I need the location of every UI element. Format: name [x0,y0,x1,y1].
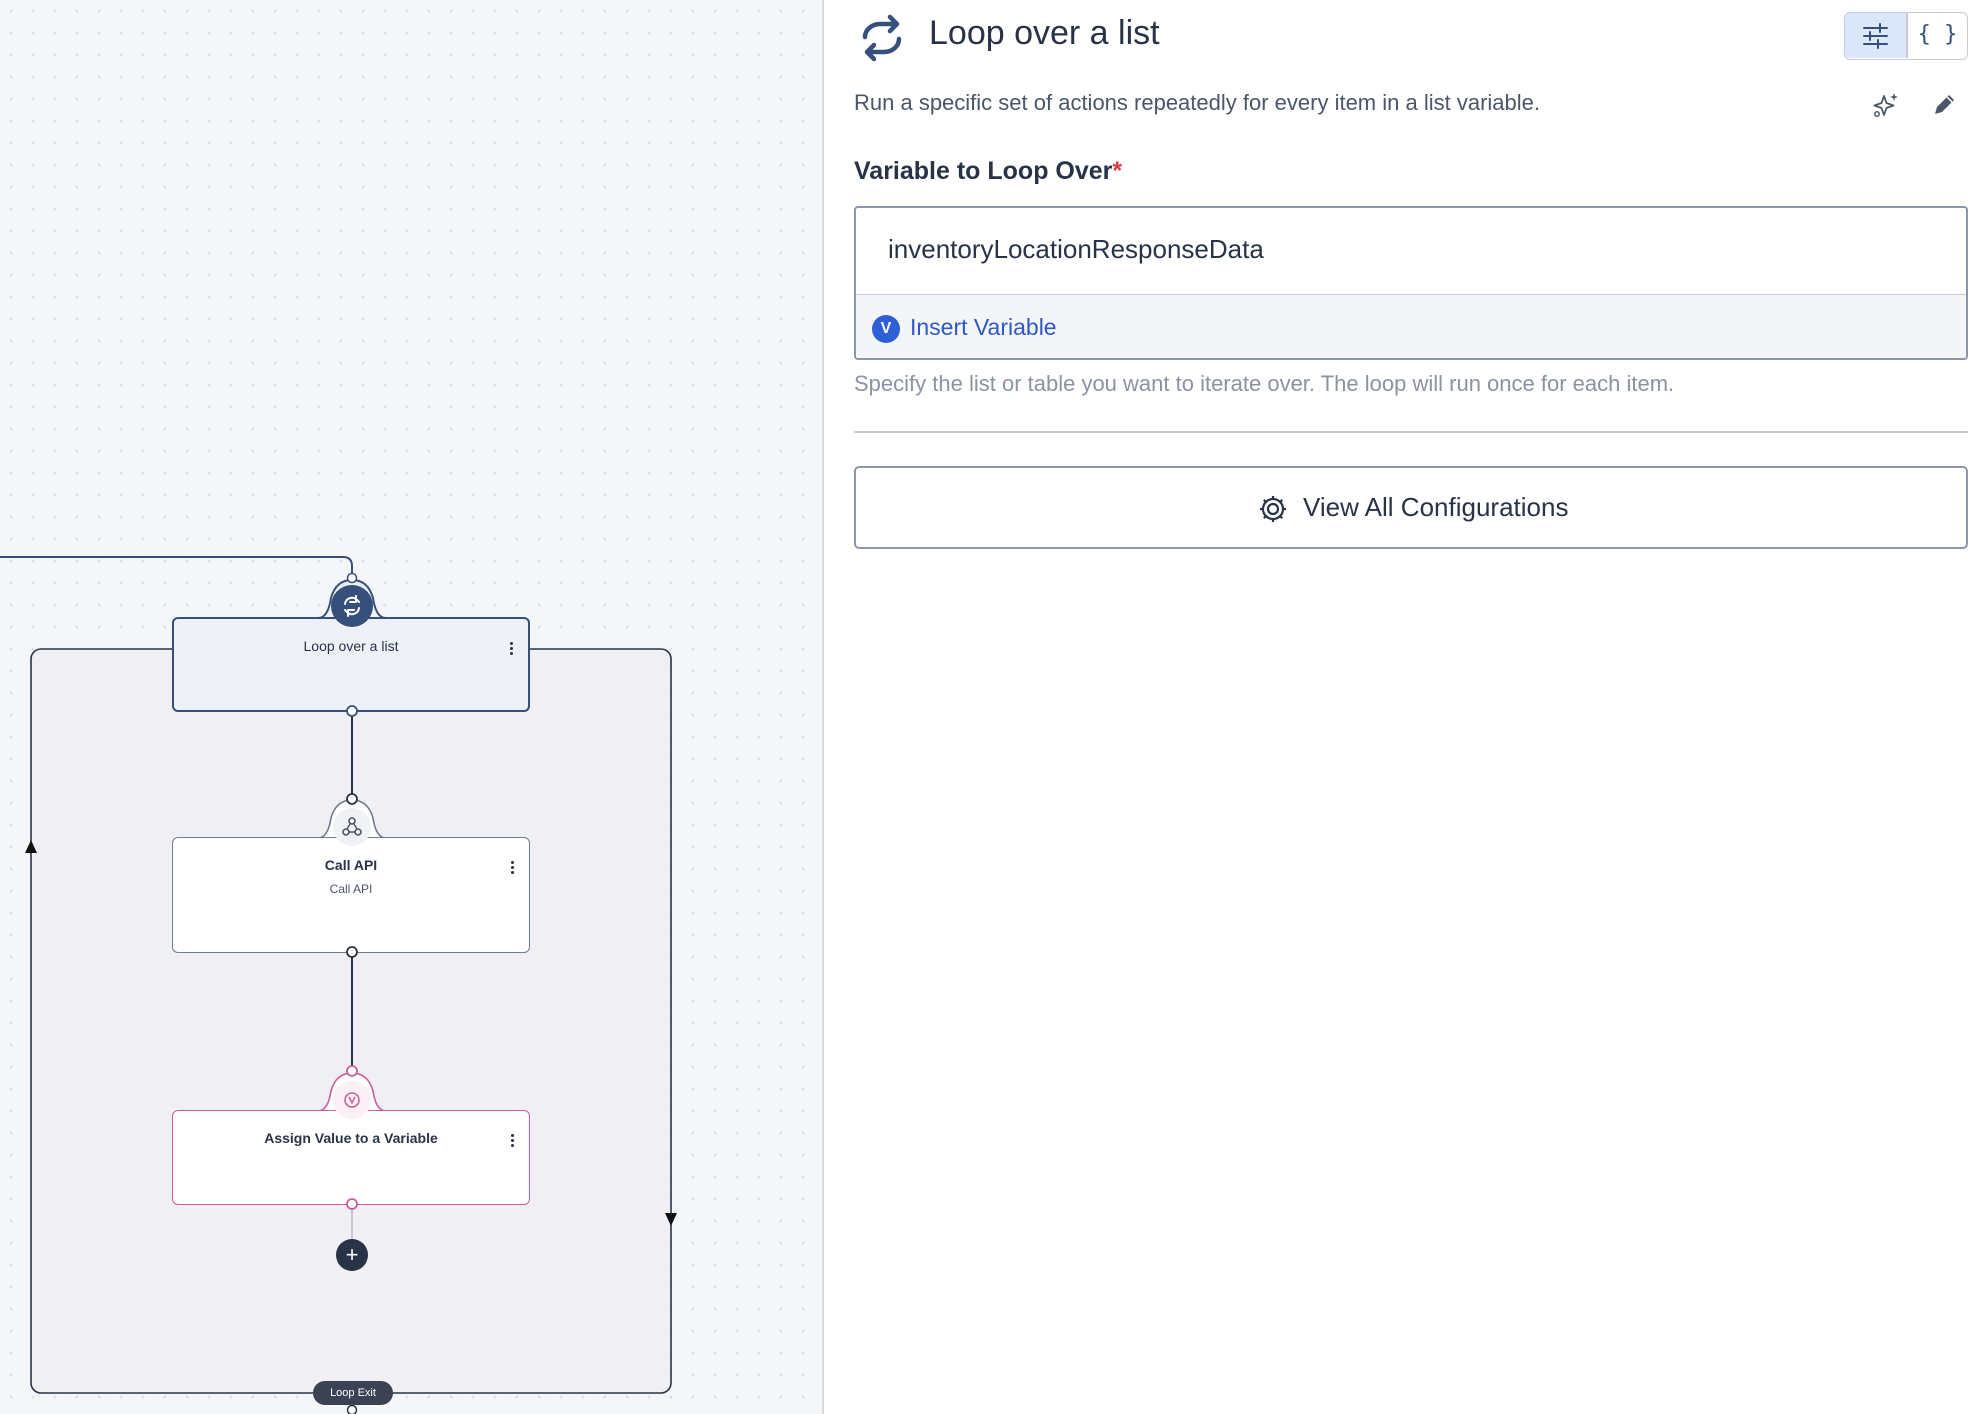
loop-exit-badge: Loop Exit [313,1381,393,1405]
gear-icon [1256,492,1290,526]
loop-node[interactable]: Loop over a list [172,617,530,712]
variable-value: inventoryLocationResponseData [888,234,1264,264]
variable-field-hint: Specify the list or table you want to it… [854,371,1675,396]
json-view-button[interactable]: { } [1907,13,1967,58]
panel-title: Loop over a list [929,14,1160,52]
variable-field-label-text: Variable to Loop Over [854,157,1113,185]
sliders-icon [1863,23,1888,49]
add-step-button[interactable]: + [336,1239,368,1271]
config-panel: Loop over a list { } Run a specific set … [824,0,1988,1414]
workflow-canvas[interactable]: Loop over a list Call API Call API Assig… [0,0,822,1414]
view-toggle: { } [1844,12,1968,60]
insert-variable-label: Insert Variable [910,314,1057,340]
assign-node-title: Assign Value to a Variable [264,1130,438,1146]
loop-node-menu-icon[interactable] [504,640,518,658]
variable-field-label: Variable to Loop Over* [854,157,1122,186]
webhook-icon [333,808,371,846]
loop-exit-label: Loop Exit [330,1387,376,1399]
incoming-connector [0,556,353,580]
sparkles-icon[interactable] [1869,88,1903,122]
section-divider [854,431,1968,433]
loop-node-title: Loop over a list [303,638,399,654]
form-view-button[interactable] [1845,13,1906,58]
call-api-node-menu-icon[interactable] [505,859,519,877]
view-all-configurations-label: View All Configurations [1303,492,1569,522]
loop-arrows-icon [854,10,910,66]
assign-node-menu-icon[interactable] [505,1132,519,1150]
variable-icon [333,1081,371,1119]
code-braces-icon: { } [1917,22,1958,47]
pencil-icon[interactable] [1927,88,1961,122]
view-all-configurations-button[interactable]: View All Configurations [854,466,1968,549]
call-api-node-subtitle: Call API [329,882,373,896]
call-api-node-title: Call API [324,857,378,873]
required-asterisk: * [1112,157,1123,185]
panel-description: Run a specific set of actions repeatedly… [854,90,1540,115]
assign-variable-node[interactable]: Assign Value to a Variable [172,1110,530,1205]
variable-input[interactable]: inventoryLocationResponseData V Insert V… [854,206,1968,360]
insert-variable-button[interactable]: V Insert Variable [856,294,1966,358]
call-api-node[interactable]: Call API Call API [172,837,530,953]
loop-node-icon [331,585,373,627]
add-step-plus: + [345,1242,359,1267]
variable-badge-icon: V [872,315,900,343]
